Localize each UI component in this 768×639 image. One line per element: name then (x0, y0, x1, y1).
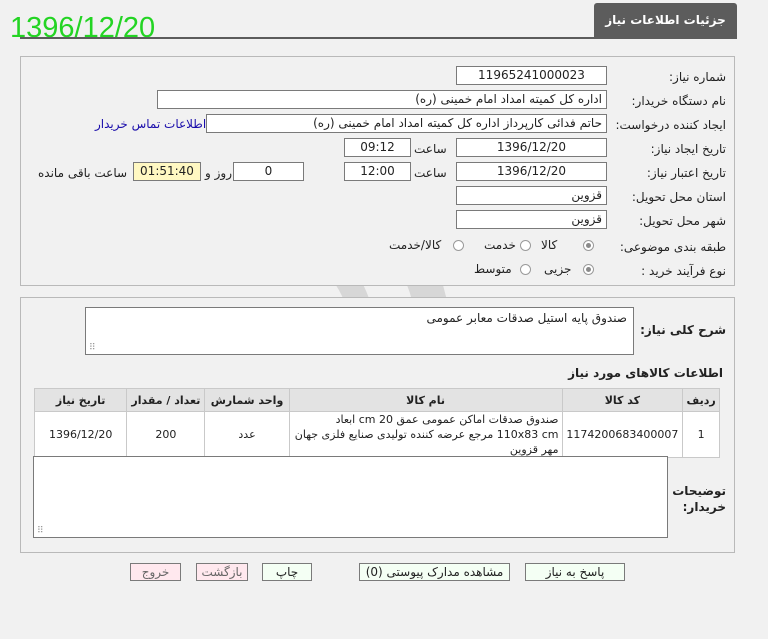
category-option-service: خدمت (484, 238, 516, 252)
validity-date-field: 1396/12/20 (456, 162, 607, 181)
summary-label: شرح کلی نیاز: (640, 323, 726, 337)
remaining-time-label: ساعت باقی مانده (38, 166, 128, 180)
table-row: 1396/12/20 200 عدد صندوق صدقات اماکن عمو… (33, 411, 720, 458)
cell-need-date: 1396/12/20 (33, 411, 128, 458)
creation-time-label: ساعت (414, 142, 447, 156)
buyer-contact-link[interactable]: اطلاعات تماس خریدار (95, 117, 206, 131)
category-label: طبقه بندی موضوعی: (619, 240, 726, 254)
requester-label: ایجاد کننده درخواست: (615, 118, 726, 132)
city-field: قزوین (456, 210, 607, 229)
cell-item-name: صندوق صدقات اماکن عمومی عمق 20 cm ابعاد … (288, 411, 563, 458)
col-item-code: کد کالا (561, 388, 684, 412)
remaining-days-field: 0 (233, 162, 304, 181)
validity-date-label: تاریخ اعتبار نیاز: (646, 166, 726, 180)
date-stamp: 1396/12/20 (10, 12, 156, 44)
table-header-row: تاریخ نیاز تعداد / مقدار واحد شمارش نام … (33, 388, 720, 412)
purchase-option-medium: متوسط (474, 262, 512, 276)
category-radio-goods-service[interactable] (453, 240, 464, 251)
need-number-label: شماره نیاز: (669, 70, 726, 84)
creation-date-label: تاریخ ایجاد نیاز: (650, 142, 726, 156)
cell-row-number: 1 (682, 411, 720, 458)
resize-grip-icon: ⠿ (37, 526, 44, 536)
category-radio-service[interactable] (520, 240, 531, 251)
col-need-date: تاریخ نیاز (33, 388, 128, 412)
days-label: روز و (205, 166, 232, 180)
creation-date-field: 1396/12/20 (456, 138, 607, 157)
validity-time-label: ساعت (414, 166, 447, 180)
cell-quantity: 200 (126, 411, 206, 458)
items-table: تاریخ نیاز تعداد / مقدار واحد شمارش نام … (33, 388, 720, 458)
buyer-org-label: نام دستگاه خریدار: (631, 94, 727, 108)
col-item-name: نام کالا (288, 388, 563, 412)
print-button[interactable]: چاپ (262, 563, 312, 581)
requester-field: حاتم فدائی کارپرداز اداره کل کمیته امداد… (206, 114, 607, 133)
col-unit: واحد شمارش (204, 388, 290, 412)
purchase-type-label: نوع فرآیند خرید : (641, 264, 726, 278)
purchase-radio-minor[interactable] (583, 264, 594, 275)
city-label: شهر محل تحویل: (639, 214, 726, 228)
category-option-goods: کالا (541, 238, 558, 252)
page-title: جزئیات اطلاعات نیاز (594, 3, 737, 37)
province-field: قزوین (456, 186, 607, 205)
summary-textarea[interactable]: صندوق پایه استیل صدقات معابر عمومی ⠿ (85, 307, 634, 355)
province-label: استان محل تحویل: (631, 190, 726, 204)
notes-textarea[interactable]: ⠿ (33, 456, 668, 538)
title-underline (20, 37, 737, 39)
reply-button[interactable]: پاسخ به نیاز (525, 563, 625, 581)
purchase-option-minor: جزیی (544, 262, 572, 276)
creation-time-field: 09:12 (344, 138, 411, 157)
buyer-org-field: اداره کل کمیته امداد امام خمینی (ره) (157, 90, 607, 109)
summary-text: صندوق پایه استیل صدقات معابر عمومی (426, 311, 627, 325)
validity-time-field: 12:00 (344, 162, 411, 181)
remaining-time-field: 01:51:40 (133, 162, 201, 181)
purchase-radio-medium[interactable] (520, 264, 531, 275)
items-title: اطلاعات کالاهای مورد نیاز (568, 366, 723, 380)
category-option-goods-service: کالا/خدمت (389, 238, 442, 252)
resize-grip-icon: ⠿ (89, 343, 96, 353)
need-number-field: 11965241000023 (456, 66, 607, 85)
exit-button[interactable]: خروج (130, 563, 181, 581)
back-button[interactable]: بازگشت (196, 563, 248, 581)
cell-unit: عدد (204, 411, 290, 458)
attachments-button[interactable]: مشاهده مدارک پیوستی (0) (359, 563, 510, 581)
category-radio-goods[interactable] (583, 240, 594, 251)
col-row: ردیف (682, 388, 720, 412)
cell-item-code: 1174200683400007 (561, 411, 684, 458)
col-quantity: تعداد / مقدار (126, 388, 206, 412)
